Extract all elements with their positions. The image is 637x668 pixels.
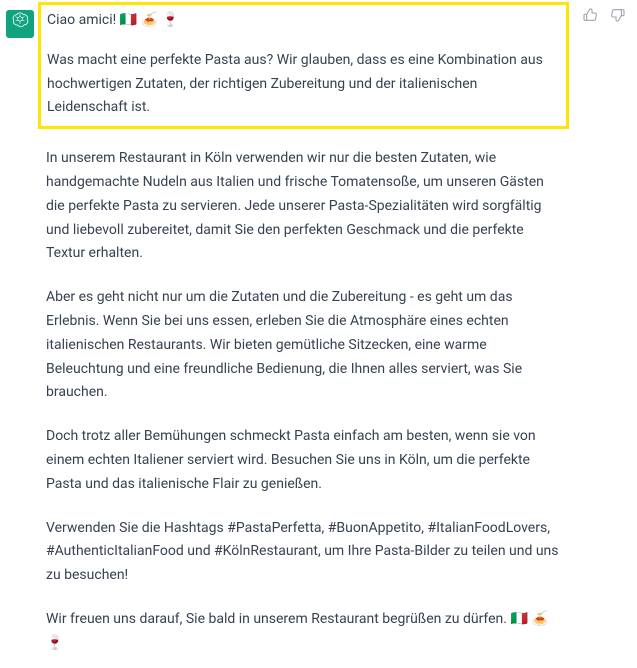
- thumbs-down-button[interactable]: [609, 10, 627, 28]
- assistant-message: Ciao amici! 🇮🇹 🍝 🍷 Was macht eine perfek…: [0, 0, 637, 668]
- thumbs-up-button[interactable]: [581, 10, 599, 28]
- closing-paragraph: Wir freuen uns darauf, Sie bald in unser…: [46, 608, 561, 656]
- intro-question: Was macht eine perfekte Pasta aus? Wir g…: [47, 49, 560, 120]
- highlighted-intro: Ciao amici! 🇮🇹 🍝 🍷 Was macht eine perfek…: [38, 2, 569, 129]
- body-paragraph: Doch trotz aller Bemühungen schmeckt Pas…: [46, 425, 561, 496]
- body-paragraph: Verwenden Sie die Hashtags #PastaPerfett…: [46, 517, 561, 588]
- thumbs-up-icon: [582, 7, 598, 32]
- message-content: Ciao amici! 🇮🇹 🍝 🍷 Was macht eine perfek…: [46, 8, 569, 656]
- assistant-avatar: [6, 10, 34, 38]
- intro-greeting: Ciao amici! 🇮🇹 🍝 🍷: [47, 9, 560, 33]
- feedback-actions: [581, 8, 631, 28]
- body-paragraph: In unserem Restaurant in Köln verwenden …: [46, 147, 561, 266]
- openai-icon: [11, 11, 29, 38]
- body-paragraph: Aber es geht nicht nur um die Zutaten un…: [46, 286, 561, 405]
- thumbs-down-icon: [610, 7, 626, 32]
